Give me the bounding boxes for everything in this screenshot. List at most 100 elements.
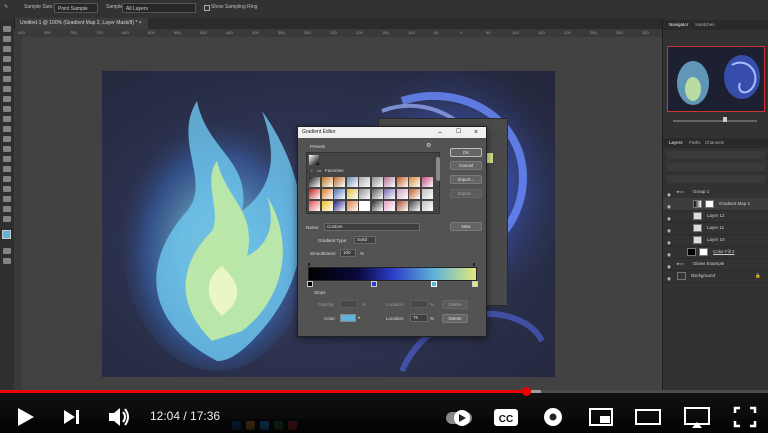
preset-swatch[interactable] xyxy=(309,177,320,187)
eraser-tool-icon[interactable] xyxy=(3,126,11,132)
mask-thumb[interactable] xyxy=(699,248,708,256)
preset-swatch[interactable] xyxy=(396,189,408,199)
presets-scrollbar[interactable] xyxy=(436,157,440,181)
preset-swatch[interactable] xyxy=(384,177,395,187)
close-icon[interactable]: × xyxy=(139,20,142,26)
chevron-down-icon[interactable]: › xyxy=(311,168,313,173)
preset-swatch[interactable] xyxy=(409,189,420,199)
tab-paths[interactable]: Paths xyxy=(689,138,701,148)
next-icon[interactable] xyxy=(60,402,84,432)
foreground-color-swatch[interactable] xyxy=(2,230,11,239)
opacity-delete-button[interactable]: Delete xyxy=(442,300,468,309)
preset-swatch[interactable] xyxy=(334,201,345,211)
theater-mode-icon[interactable] xyxy=(634,402,662,432)
tab-layers[interactable]: Layers xyxy=(669,138,683,148)
preset-swatch[interactable] xyxy=(396,177,408,187)
autoplay-toggle-icon[interactable] xyxy=(444,402,476,432)
color-location-input[interactable]: 75 xyxy=(410,314,428,322)
blur-tool-icon[interactable] xyxy=(3,146,11,152)
preset-swatch[interactable] xyxy=(384,201,395,211)
healing-tool-icon[interactable] xyxy=(3,86,11,92)
sample-size-select[interactable]: Point Sample xyxy=(54,3,98,13)
preset-swatch[interactable] xyxy=(346,189,358,199)
preset-swatch[interactable] xyxy=(371,189,383,199)
preset-swatch[interactable] xyxy=(346,201,358,211)
preset-swatch[interactable] xyxy=(334,177,345,187)
layer-row[interactable]: ◉ Background 🔒 xyxy=(663,270,768,283)
lasso-tool-icon[interactable] xyxy=(3,46,11,52)
navigator-thumbnail[interactable] xyxy=(667,46,765,112)
preset-swatch[interactable] xyxy=(309,201,320,211)
preset-swatch[interactable] xyxy=(421,201,433,211)
mask-thumb[interactable] xyxy=(705,200,714,208)
history-brush-icon[interactable] xyxy=(3,116,11,122)
preset-swatch[interactable] xyxy=(396,201,408,211)
preset-swatch[interactable] xyxy=(334,189,345,199)
preset-swatch[interactable] xyxy=(421,189,433,199)
ok-button[interactable]: OK xyxy=(450,148,482,157)
opacity-stop[interactable] xyxy=(473,263,475,266)
eye-icon[interactable]: ◉ xyxy=(667,261,672,269)
preset-swatch[interactable] xyxy=(359,201,370,211)
fullscreen-icon[interactable] xyxy=(732,402,758,432)
captions-icon[interactable]: CC xyxy=(492,402,520,432)
close-icon[interactable]: × xyxy=(474,127,478,138)
marquee-tool-icon[interactable] xyxy=(3,36,11,42)
eye-icon[interactable]: ◉ xyxy=(667,213,672,221)
zoom-tool-icon[interactable] xyxy=(3,216,11,222)
preset-swatch[interactable] xyxy=(384,189,395,199)
preset-swatch[interactable] xyxy=(409,201,420,211)
stop-color-swatch[interactable] xyxy=(340,314,356,322)
minimize-icon[interactable]: – xyxy=(438,127,442,138)
shape-tool-icon[interactable] xyxy=(3,196,11,202)
opacity-stop[interactable] xyxy=(308,263,310,266)
hand-tool-icon[interactable] xyxy=(3,206,11,212)
type-tool-icon[interactable] xyxy=(3,176,11,182)
preset-swatch[interactable] xyxy=(359,177,370,187)
progress-scrubber[interactable] xyxy=(522,387,532,396)
gradient-tool-icon[interactable] xyxy=(3,136,11,142)
tab-swatches[interactable]: Swatches xyxy=(695,20,715,30)
layer-filter-row[interactable] xyxy=(667,151,765,159)
play-icon[interactable] xyxy=(14,402,38,432)
new-button[interactable]: New xyxy=(450,222,482,231)
settings-icon[interactable] xyxy=(540,402,566,432)
color-stop[interactable] xyxy=(472,281,478,287)
gradient-preview-chip[interactable] xyxy=(487,153,493,163)
preset-swatch[interactable] xyxy=(371,177,383,187)
eye-icon[interactable]: ◉ xyxy=(667,273,672,281)
opacity-input[interactable] xyxy=(340,300,358,308)
preset-swatch[interactable] xyxy=(371,201,383,211)
select-tool-icon[interactable] xyxy=(3,56,11,62)
preset-swatch[interactable] xyxy=(309,189,320,199)
color-stop[interactable] xyxy=(307,281,313,287)
preset-swatch[interactable] xyxy=(346,177,358,187)
color-stop[interactable] xyxy=(371,281,377,287)
path-select-icon[interactable] xyxy=(3,186,11,192)
eye-icon[interactable]: ◉ xyxy=(667,249,672,257)
miniplayer-icon[interactable] xyxy=(588,402,614,432)
color-stop-selected[interactable] xyxy=(431,281,437,287)
eyedropper-icon[interactable]: ✎ xyxy=(4,4,8,10)
preset-swatch[interactable] xyxy=(421,177,433,187)
move-tool-icon[interactable] xyxy=(3,26,11,32)
color-delete-button[interactable]: Delete xyxy=(442,314,468,323)
preset-swatch[interactable] xyxy=(321,189,333,199)
tab-channels[interactable]: Channels xyxy=(705,138,724,148)
maximize-icon[interactable]: ☐ xyxy=(456,127,461,138)
screen-mode-icon[interactable] xyxy=(3,258,11,264)
lock-row[interactable] xyxy=(667,175,765,183)
gradient-type-select[interactable]: Solid xyxy=(354,236,376,244)
pen-tool-icon[interactable] xyxy=(3,166,11,172)
opacity-location-input[interactable] xyxy=(410,300,428,308)
blend-mode-row[interactable] xyxy=(667,163,765,171)
dodge-tool-icon[interactable] xyxy=(3,156,11,162)
cast-icon[interactable] xyxy=(682,402,712,432)
tab-navigator[interactable]: Navigator xyxy=(669,20,688,30)
eye-icon[interactable]: ◉ xyxy=(667,201,672,209)
crop-tool-icon[interactable] xyxy=(3,66,11,72)
gear-icon[interactable]: ⚙ xyxy=(426,142,431,149)
preset-swatch[interactable] xyxy=(321,201,333,211)
gradient-bar[interactable] xyxy=(308,267,477,281)
eye-icon[interactable]: ◉ xyxy=(667,237,672,245)
